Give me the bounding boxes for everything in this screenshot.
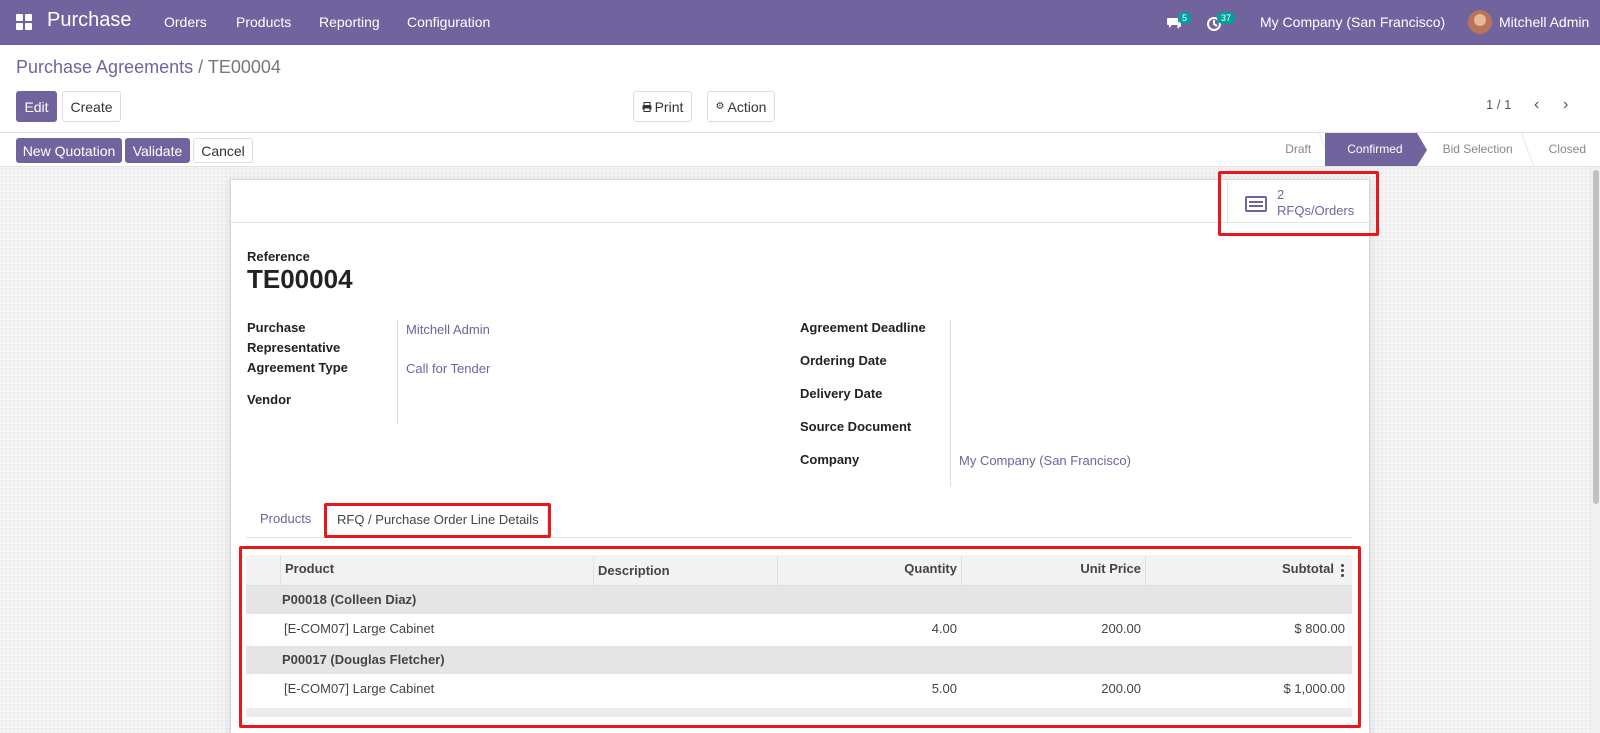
printer-icon [642, 101, 652, 112]
messages-badge: 5 [1178, 12, 1192, 24]
field-value-company[interactable]: My Company (San Francisco) [959, 453, 1131, 468]
menu-products[interactable]: Products [236, 14, 291, 30]
messages-menu[interactable]: 5 [1164, 12, 1194, 36]
new-quotation-button[interactable]: New Quotation [16, 138, 122, 163]
status-step-bid-selection[interactable]: Bid Selection [1417, 133, 1527, 166]
order-lines-table: Product Description Quantity Unit Price … [246, 555, 1352, 717]
cell-unit-price: 200.00 [1101, 621, 1141, 636]
print-button[interactable]: Print [633, 91, 692, 122]
cell-product: [E-COM07] Large Cabinet [284, 681, 435, 696]
group-row[interactable]: P00017 (Douglas Fletcher) [246, 646, 1352, 674]
cell-unit-price: 200.00 [1101, 681, 1141, 696]
menu-reporting[interactable]: Reporting [319, 14, 380, 30]
field-label-ordering-date: Ordering Date [800, 353, 887, 368]
group-label: P00018 (Colleen Diaz) [282, 592, 417, 607]
scrollbar-thumb[interactable] [1593, 170, 1599, 504]
cell-subtotal: $ 1,000.00 [1283, 681, 1345, 696]
kebab-menu-icon[interactable] [1341, 564, 1344, 577]
column-header-quantity[interactable]: Quantity [777, 555, 961, 586]
column-header-product[interactable]: Product [280, 555, 593, 586]
group-label: P00017 (Douglas Fletcher) [282, 652, 445, 667]
field-label-agreement-deadline: Agreement Deadline [800, 320, 926, 335]
cell-subtotal: $ 800.00 [1294, 621, 1345, 636]
divider [950, 320, 951, 486]
app-name[interactable]: Purchase [47, 9, 132, 32]
field-value-purchase-representative[interactable]: Mitchell Admin [406, 322, 490, 337]
validate-button[interactable]: Validate [125, 138, 190, 163]
status-step-confirmed[interactable]: Confirmed [1325, 133, 1427, 166]
action-label: Action [727, 98, 767, 115]
field-label-delivery-date: Delivery Date [800, 386, 883, 401]
breadcrumb-parent[interactable]: Purchase Agreements [16, 57, 193, 77]
activities-badge: 37 [1217, 12, 1236, 24]
field-label-source-document: Source Document [800, 419, 912, 434]
reference-label: Reference [247, 249, 310, 264]
column-header-subtotal[interactable]: Subtotal [1145, 555, 1338, 586]
activities-menu[interactable]: 37 [1204, 12, 1236, 36]
column-header-unit-price[interactable]: Unit Price [961, 555, 1145, 586]
field-label-purchase-representative: Purchase Representative [247, 320, 341, 355]
table-row[interactable]: [E-COM07] Large Cabinet 4.00 200.00 $ 80… [246, 614, 1352, 644]
breadcrumb-current: TE00004 [207, 57, 281, 77]
edit-button[interactable]: Edit [16, 91, 57, 122]
company-switcher[interactable]: My Company (San Francisco) [1260, 14, 1445, 30]
table-footer [246, 708, 1352, 717]
status-step-closed[interactable]: Closed [1527, 133, 1600, 166]
print-label: Print [654, 98, 684, 115]
field-label-agreement-type: Agreement Type [247, 360, 348, 375]
tab-rfq-line-details-label: RFQ / Purchase Order Line Details [337, 512, 539, 527]
chevron-left-icon[interactable]: ‹ [1534, 96, 1539, 114]
column-header-description[interactable]: Description [593, 557, 777, 588]
action-button[interactable]: ⚙ Action [707, 91, 775, 122]
apps-grid-icon[interactable] [16, 14, 32, 30]
field-value-agreement-type[interactable]: Call for Tender [406, 361, 490, 376]
field-label-company: Company [800, 452, 860, 467]
status-steps: Draft Confirmed Bid Selection Closed [1263, 133, 1600, 166]
reference-value: TE00004 [247, 264, 353, 294]
divider [397, 320, 398, 424]
list-icon [1245, 196, 1267, 212]
button-box: 2 RFQs/Orders [231, 180, 1369, 223]
rfqs-count: 2 [1277, 187, 1285, 202]
pager-value[interactable]: 1 / 1 [1486, 97, 1511, 112]
group-row[interactable]: P00018 (Colleen Diaz) [246, 586, 1352, 614]
chevron-right-icon[interactable]: › [1563, 96, 1568, 114]
gear-icon: ⚙ [715, 101, 725, 112]
status-step-draft[interactable]: Draft [1263, 133, 1325, 166]
breadcrumb-separator: / [198, 57, 204, 77]
status-bar: New Quotation Validate Cancel Draft Conf… [0, 132, 1600, 167]
menu-orders[interactable]: Orders [164, 14, 207, 30]
create-button[interactable]: Create [62, 91, 121, 122]
top-navbar: Purchase Orders Products Reporting Confi… [0, 0, 1600, 45]
rfqs-label: RFQs/Orders [1277, 203, 1355, 218]
cell-quantity: 4.00 [931, 621, 957, 636]
cell-quantity: 5.00 [931, 681, 957, 696]
tab-rfq-line-details[interactable]: RFQ / Purchase Order Line Details [326, 505, 548, 536]
user-menu[interactable]: Mitchell Admin [1499, 14, 1589, 30]
avatar[interactable] [1468, 10, 1492, 34]
tab-divider [246, 537, 1352, 538]
tab-products[interactable]: Products [260, 511, 311, 526]
menu-configuration[interactable]: Configuration [407, 14, 490, 30]
field-label-vendor: Vendor [247, 392, 292, 407]
rfqs-orders-smart-button[interactable]: 2 RFQs/Orders [1227, 181, 1357, 223]
breadcrumb: Purchase Agreements / TE00004 [16, 57, 281, 78]
cancel-button[interactable]: Cancel [193, 138, 253, 163]
table-row[interactable]: [E-COM07] Large Cabinet 5.00 200.00 $ 1,… [246, 674, 1352, 704]
cell-product: [E-COM07] Large Cabinet [284, 621, 435, 636]
